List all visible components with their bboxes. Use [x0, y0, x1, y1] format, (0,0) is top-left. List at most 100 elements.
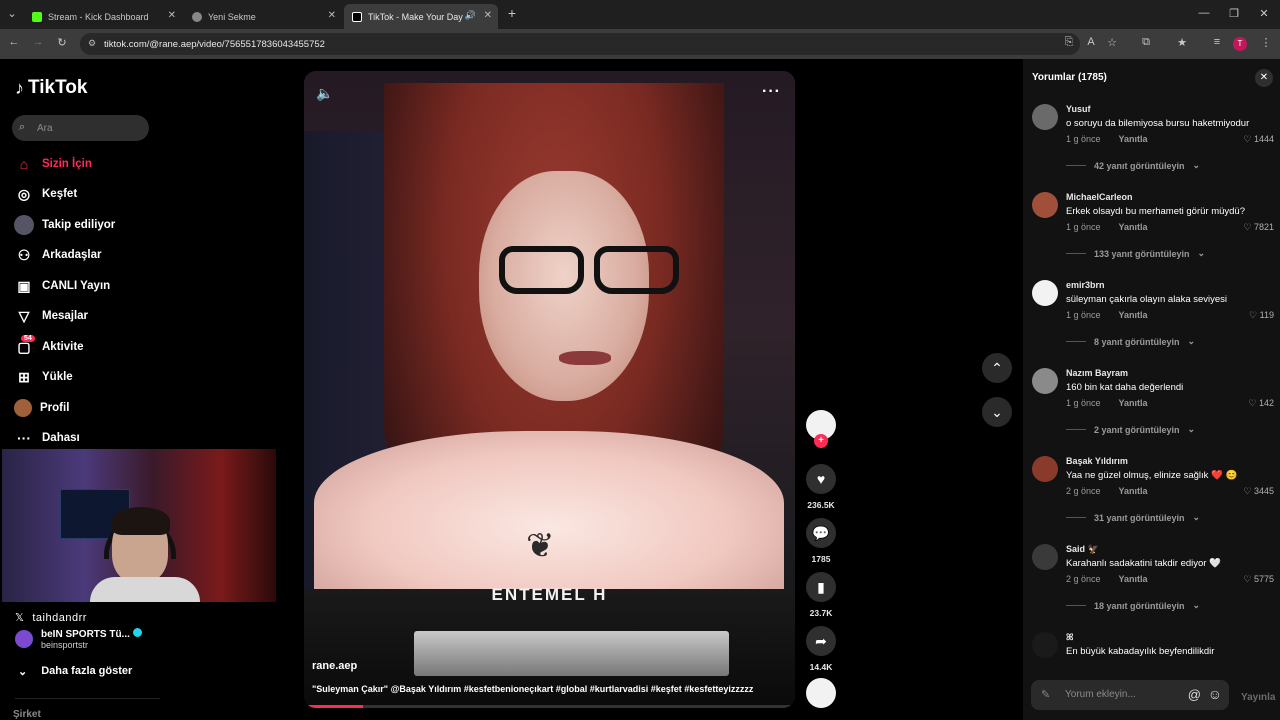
avatar[interactable]	[1032, 632, 1058, 658]
creator-avatar[interactable]: +	[806, 410, 836, 448]
avatar[interactable]	[1032, 104, 1058, 130]
video-more-icon[interactable]: ···	[762, 83, 781, 101]
audio-icon[interactable]: 🔊	[465, 10, 476, 21]
sidebar-item-upload[interactable]: ⊞ Yükle	[14, 366, 73, 388]
close-window-icon[interactable]: ✕	[1256, 7, 1272, 20]
bookmark-star-icon[interactable]: ☆	[1104, 36, 1120, 49]
avatar[interactable]	[1032, 544, 1058, 570]
next-video-button[interactable]: ⌄	[982, 397, 1012, 427]
follow-plus-icon[interactable]: +	[814, 434, 828, 448]
share-button[interactable]: ➦	[806, 626, 836, 656]
tab-kick-dashboard[interactable]: Stream - Kick Dashboard ✕	[24, 4, 182, 29]
install-app-icon[interactable]: ⎘	[1061, 36, 1077, 49]
sidebar-item-explore[interactable]: ◎ Keşfet	[14, 183, 77, 205]
sound-disc[interactable]	[806, 678, 836, 708]
webcam-overlay	[2, 449, 276, 602]
reply-button[interactable]: Yanıtla	[1119, 134, 1148, 144]
close-icon[interactable]: ✕	[168, 10, 176, 21]
mention-icon[interactable]: @	[1188, 687, 1201, 702]
tab-tiktok[interactable]: TikTok - Make Your Day 🔊 ✕	[344, 4, 498, 29]
reply-button[interactable]: Yanıtla	[1119, 222, 1148, 232]
favorites-icon[interactable]: ★	[1174, 36, 1190, 49]
comment-user[interactable]: Said 🦅	[1066, 544, 1099, 555]
back-icon[interactable]: ←	[6, 36, 22, 48]
comment-user[interactable]: Başak Yıldırım	[1066, 456, 1128, 466]
comment-like-button[interactable]: ♡ 3445	[1243, 486, 1274, 497]
menu-icon[interactable]: ⋮	[1258, 36, 1274, 49]
sidebar-item-friends[interactable]: ⚇ Arkadaşlar	[14, 244, 102, 266]
previous-video-button[interactable]: ⌃	[982, 353, 1012, 383]
comment-user[interactable]: emir3brn	[1066, 280, 1105, 290]
tab-new[interactable]: Yeni Sekme ✕	[184, 4, 342, 29]
streamer-hair	[112, 507, 170, 535]
avatar[interactable]	[1032, 280, 1058, 306]
sidebar-item-live[interactable]: ▣ CANLI Yayın	[14, 275, 110, 297]
sidebar-item-more[interactable]: ··· Dahası	[14, 427, 80, 449]
comments-panel: Yorumlar (1785) ✕ Yusuf o soruyu da bile…	[1023, 59, 1280, 720]
tab-search-icon[interactable]: ⌄	[4, 7, 20, 20]
comment-item: Yusuf o soruyu da bilemiyosa bursu haket…	[1032, 104, 1277, 184]
save-button[interactable]: ▮	[806, 572, 836, 602]
comment-user[interactable]: ꕤ	[1066, 632, 1074, 643]
reload-icon[interactable]: ↻	[54, 36, 70, 49]
forward-icon[interactable]: →	[30, 36, 46, 48]
comment-user[interactable]: Yusuf	[1066, 104, 1091, 114]
profile-avatar-icon[interactable]: T	[1233, 37, 1247, 51]
close-icon[interactable]: ✕	[328, 10, 336, 21]
site-info-icon[interactable]: ⚙	[88, 38, 96, 49]
restore-icon[interactable]: ❐	[1226, 7, 1242, 20]
avatar[interactable]	[1032, 368, 1058, 394]
comment-like-button[interactable]: ♡ 5775	[1243, 574, 1274, 585]
minimize-icon[interactable]: —	[1196, 7, 1212, 19]
reply-button[interactable]: Yanıtla	[1119, 486, 1148, 496]
reply-button[interactable]: Yanıtla	[1119, 574, 1148, 584]
emoji-icon[interactable]: ☺	[1208, 686, 1222, 702]
reply-button[interactable]: Yanıtla	[1119, 310, 1148, 320]
comment-button[interactable]: 💬	[806, 518, 836, 548]
company-link[interactable]: Şirket	[13, 709, 41, 720]
close-icon[interactable]: ✕	[484, 10, 492, 21]
sidebar-item-label: Profil	[40, 402, 70, 414]
view-replies-button[interactable]: 2 yanıt görüntüleyin ⌄	[1066, 424, 1195, 435]
tiktok-logo[interactable]: ♪ TikTok	[15, 77, 87, 99]
video-progress-bar[interactable]	[304, 705, 795, 708]
sidebar-item-for-you[interactable]: ⌂ Sizin İçin	[14, 153, 92, 175]
comment-user[interactable]: Nazım Bayram	[1066, 368, 1128, 378]
friends-icon: ⚇	[17, 246, 31, 263]
sidebar-item-messages[interactable]: ▽ Mesajlar	[14, 305, 88, 327]
like-button[interactable]: ♥	[806, 464, 836, 494]
volume-icon[interactable]: 🔈	[316, 85, 333, 102]
comment-like-button[interactable]: ♡ 142	[1248, 398, 1274, 409]
reply-button[interactable]: Yanıtla	[1119, 398, 1148, 408]
comment-like-button[interactable]: ♡ 119	[1249, 310, 1274, 321]
comment-user[interactable]: MichaelCarleon	[1066, 192, 1133, 202]
sidebar-item-activity[interactable]: ▢ 54 Aktivite	[14, 334, 84, 358]
video-player[interactable]: ❦ ENTEMEL H 🔈 ··· rane.aep "Suleyman Çak…	[304, 71, 795, 708]
video-author[interactable]: rane.aep	[312, 660, 357, 672]
comment-input[interactable]: ✎ Yorum ekleyin... @ ☺	[1031, 680, 1229, 710]
close-comments-button[interactable]: ✕	[1255, 69, 1273, 87]
comment-like-button[interactable]: ♡ 1444	[1243, 134, 1274, 145]
post-comment-button[interactable]: Yayınla	[1241, 692, 1275, 703]
comment-likes: 7821	[1253, 222, 1274, 232]
comment-like-button[interactable]: ♡ 7821	[1243, 222, 1274, 233]
show-more-link[interactable]: ⌄ Daha fazla göster	[18, 665, 132, 678]
sidebar-item-profile[interactable]: Profil	[14, 397, 69, 419]
search-input[interactable]: ⌕ Ara	[12, 115, 149, 141]
translate-icon[interactable]: A	[1083, 36, 1099, 48]
view-replies-button[interactable]: 133 yanıt görüntüleyin ⌄	[1066, 248, 1205, 259]
chevron-down-icon: ⌄	[1192, 600, 1201, 610]
following-account[interactable]: beIN SPORTS Tü... beinsportstr	[15, 628, 142, 650]
extensions-icon[interactable]: ⧉	[1138, 36, 1154, 49]
new-tab-icon[interactable]: +	[504, 5, 520, 21]
view-replies-button[interactable]: 42 yanıt görüntüleyin ⌄	[1066, 160, 1200, 171]
view-replies-button[interactable]: 31 yanıt görüntüleyin ⌄	[1066, 512, 1200, 523]
logo-text: TikTok	[28, 77, 88, 98]
avatar[interactable]	[1032, 456, 1058, 482]
view-replies-button[interactable]: 8 yanıt görüntüleyin ⌄	[1066, 336, 1195, 347]
address-bar[interactable]: ⚙ tiktok.com/@rane.aep/video/75655178360…	[80, 33, 1080, 55]
view-replies-button[interactable]: 18 yanıt görüntüleyin ⌄	[1066, 600, 1200, 611]
avatar[interactable]	[1032, 192, 1058, 218]
reading-list-icon[interactable]: ≡	[1209, 36, 1225, 48]
sidebar-item-following[interactable]: Takip ediliyor	[14, 214, 115, 236]
